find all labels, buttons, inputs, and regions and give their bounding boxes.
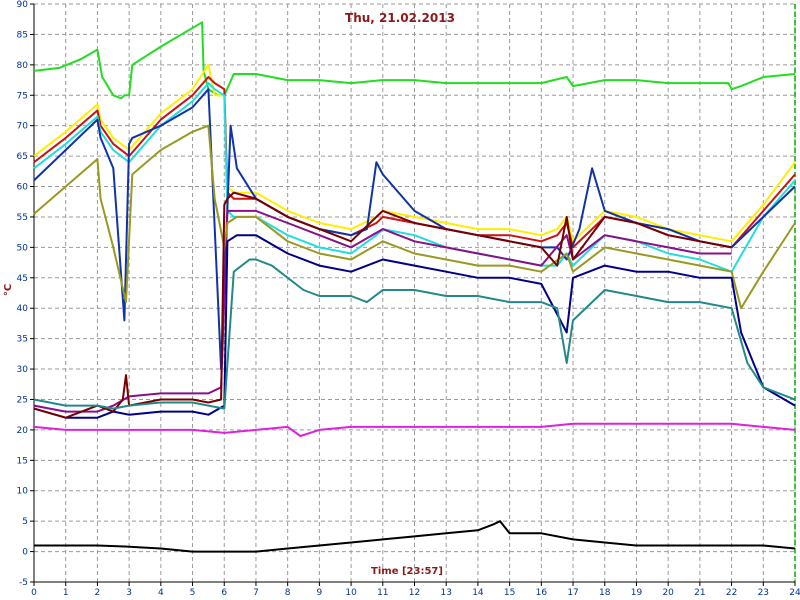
y-tick-label: 35 [17, 335, 28, 345]
y-tick-label: 65 [17, 152, 28, 162]
x-tick-label: 13 [440, 588, 451, 598]
x-tick-label: 20 [662, 588, 674, 598]
y-tick-label: 85 [17, 30, 28, 40]
y-tick-label: 80 [17, 61, 29, 71]
x-tick-label: 19 [631, 588, 643, 598]
x-tick-label: 17 [567, 588, 578, 598]
x-tick-label: 9 [317, 588, 323, 598]
x-tick-label: 5 [190, 588, 196, 598]
y-tick-label: 10 [17, 487, 29, 497]
y-tick-label: -5 [19, 578, 28, 588]
y-tick-label: 70 [17, 122, 29, 132]
y-tick-label: 50 [17, 243, 29, 253]
y-tick-label: 75 [17, 91, 28, 101]
chart-title: Thu, 21.02.2013 [345, 11, 455, 25]
y-tick-label: 20 [17, 426, 29, 436]
x-tick-label: 12 [409, 588, 420, 598]
x-tick-label: 1 [63, 588, 69, 598]
x-tick-label: 0 [31, 588, 37, 598]
y-tick-label: 40 [17, 304, 29, 314]
y-tick-label: 90 [17, 0, 29, 10]
x-tick-label: 10 [345, 588, 357, 598]
x-axis-label: Time [23:57] [371, 566, 443, 577]
x-tick-label: 24 [789, 588, 800, 598]
y-tick-label: 5 [22, 517, 28, 527]
x-tick-label: 21 [694, 588, 705, 598]
x-tick-label: 3 [126, 588, 132, 598]
x-tick-label: 18 [599, 588, 611, 598]
x-tick-label: 23 [758, 588, 769, 598]
x-tick-label: 15 [504, 588, 515, 598]
x-tick-label: 8 [285, 588, 291, 598]
x-tick-label: 7 [253, 588, 259, 598]
y-tick-label: 60 [17, 183, 29, 193]
y-tick-label: 55 [17, 213, 28, 223]
x-tick-label: 6 [221, 588, 227, 598]
y-axis-label: °C [3, 284, 14, 296]
y-tick-label: 25 [17, 395, 28, 405]
temperature-chart: -50510152025303540455055606570758085900 1… [0, 0, 800, 600]
y-tick-label: 0 [22, 548, 28, 558]
y-tick-label: 15 [17, 456, 28, 466]
y-tick-label: 30 [17, 365, 29, 375]
x-tick-label: 16 [536, 588, 548, 598]
plot-background [0, 0, 800, 600]
y-tick-label: 45 [17, 274, 28, 284]
x-tick-label: 2 [95, 588, 101, 598]
x-tick-label: 14 [472, 588, 484, 598]
x-tick-label: 4 [158, 588, 164, 598]
x-tick-label: 22 [726, 588, 737, 598]
x-tick-label: 11 [377, 588, 388, 598]
